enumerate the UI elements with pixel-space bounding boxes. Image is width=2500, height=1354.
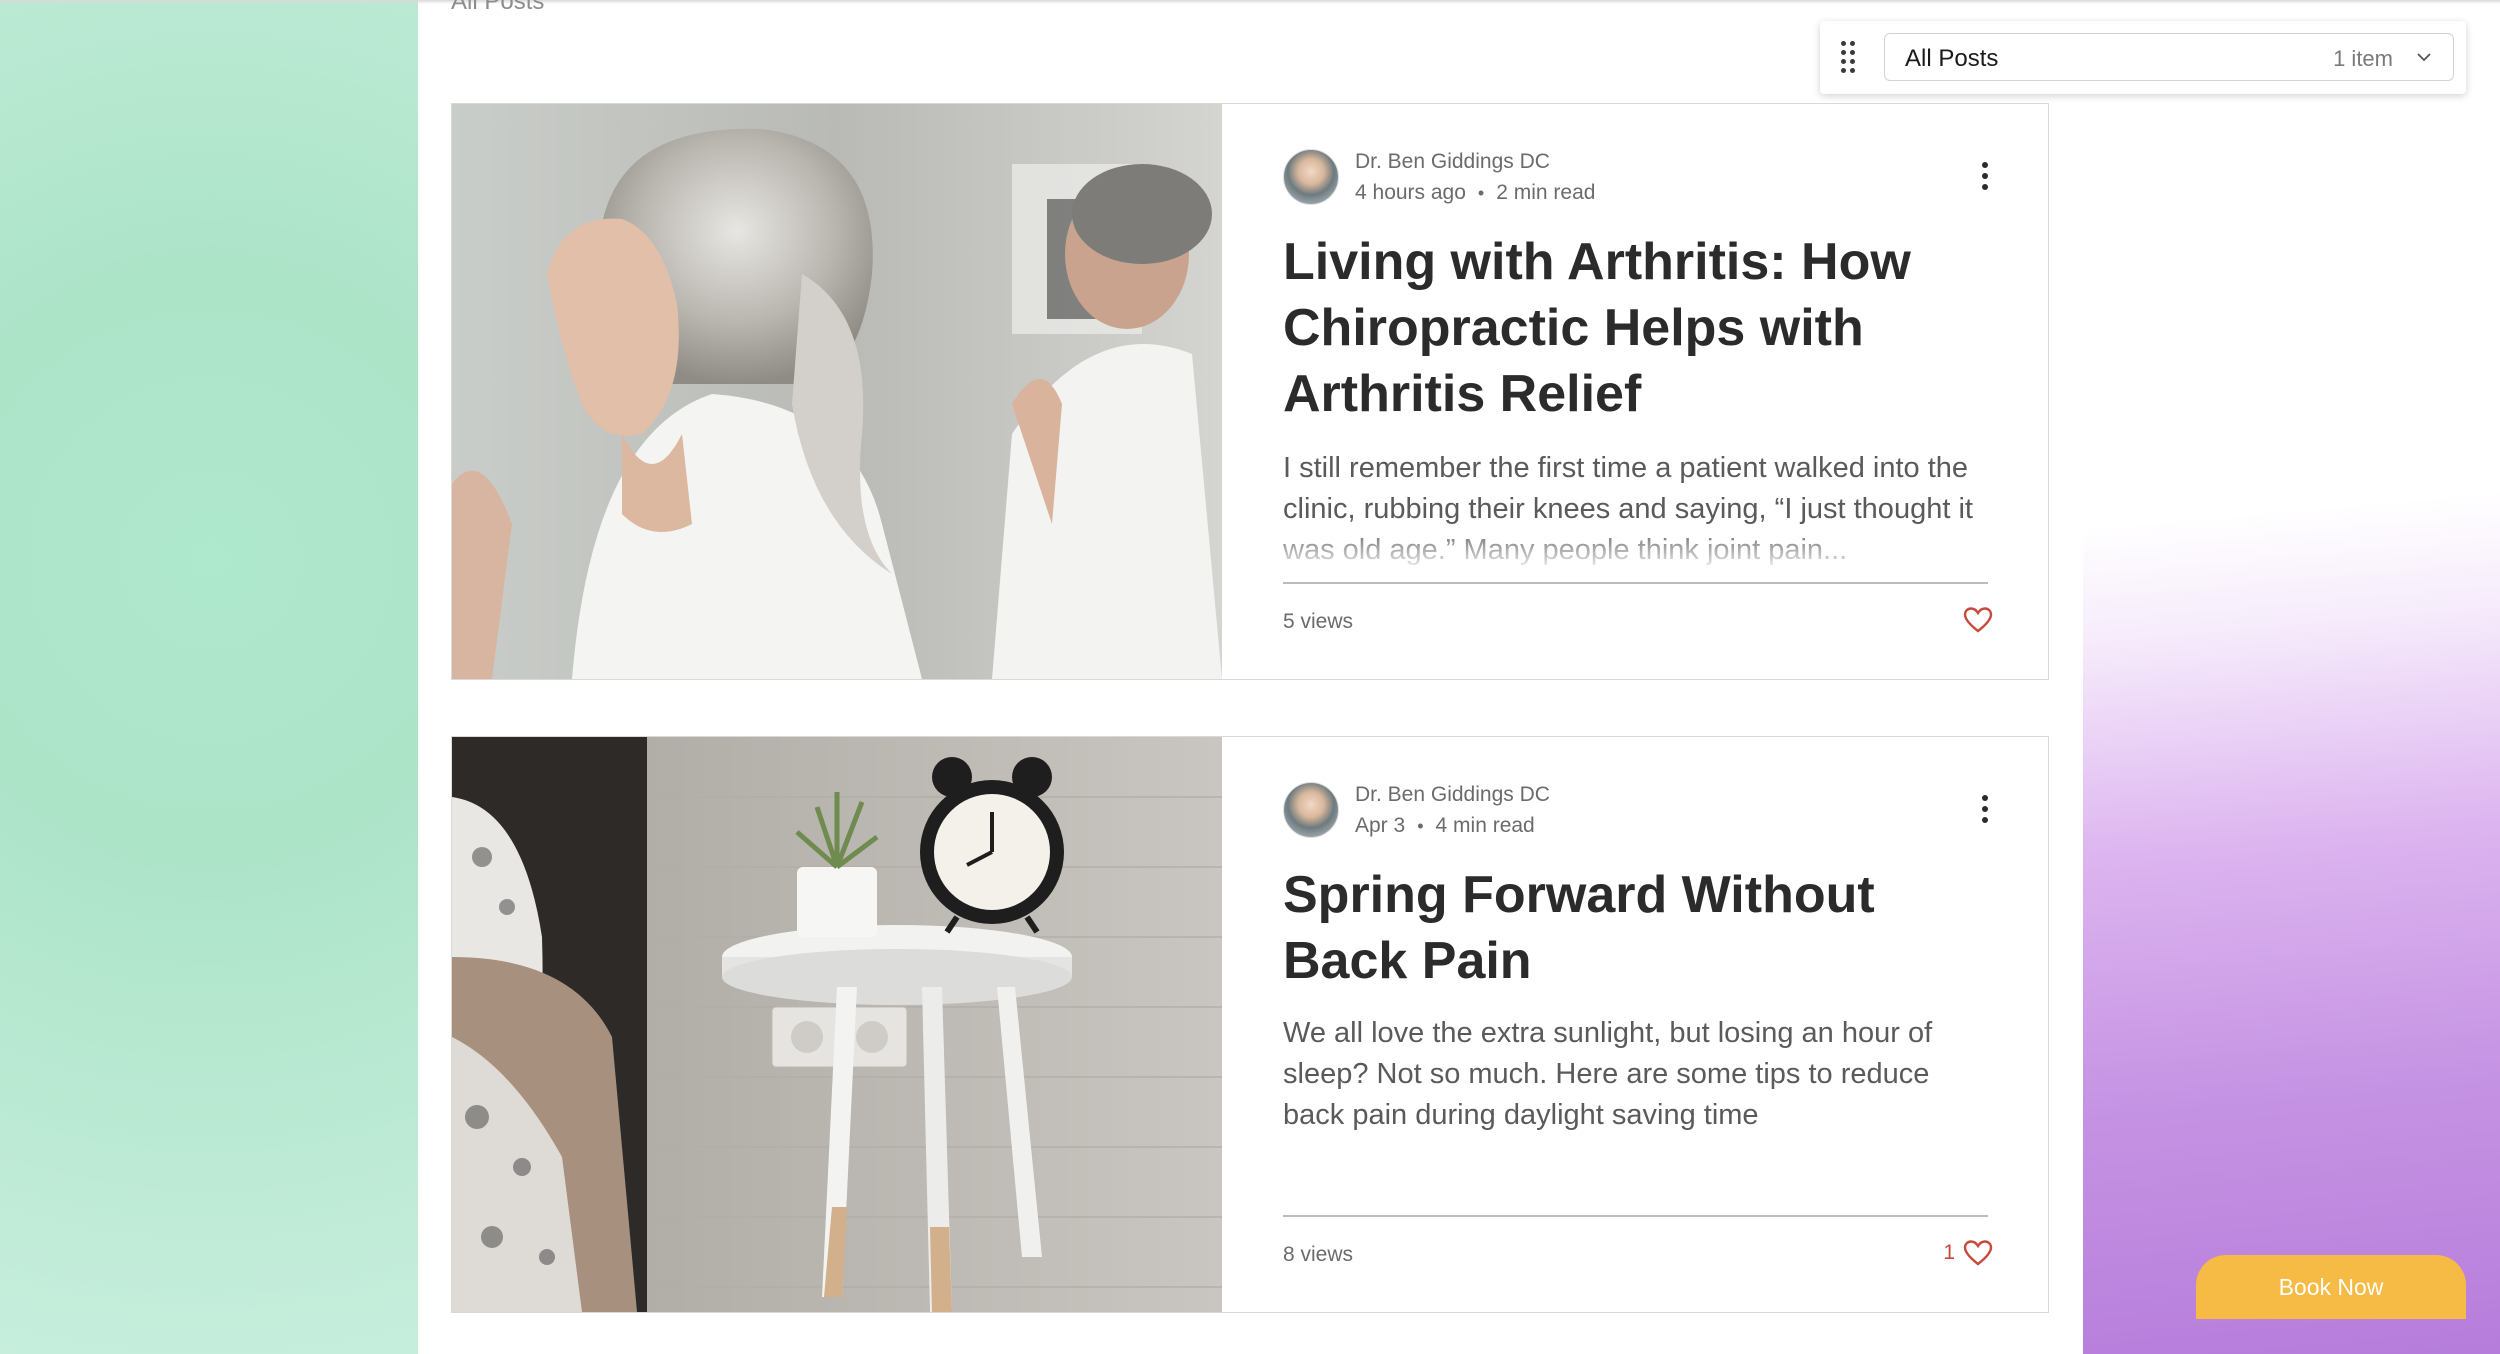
chevron-down-icon bbox=[2417, 53, 2431, 62]
book-now-button[interactable]: Book Now bbox=[2196, 1255, 2466, 1319]
category-filter-widget: All Posts 1 item bbox=[1820, 21, 2466, 94]
meta-separator: • bbox=[1477, 183, 1485, 203]
post-image-alarm-clock-nightstand bbox=[452, 737, 1222, 1312]
category-item-count: 1 item bbox=[2333, 46, 2393, 71]
author-avatar[interactable] bbox=[1283, 782, 1339, 838]
post-title[interactable]: Spring Forward Without Back Pain bbox=[1283, 862, 2003, 994]
heart-icon[interactable] bbox=[1963, 1239, 1993, 1267]
post-cover-image[interactable] bbox=[452, 737, 1222, 1312]
view-count: 5 views bbox=[1283, 610, 1354, 633]
drag-handle-icon[interactable] bbox=[1834, 39, 1862, 75]
post-card[interactable]: Dr. Ben Giddings DC 4 hours ago • 2 min re… bbox=[451, 103, 2049, 680]
read-time: 4 min read bbox=[1435, 814, 1535, 837]
post-date: 4 hours ago bbox=[1355, 181, 1466, 204]
like-control[interactable] bbox=[1955, 606, 1993, 634]
post-date: Apr 3 bbox=[1355, 814, 1406, 837]
more-options-icon[interactable] bbox=[1977, 793, 1993, 825]
author-avatar[interactable] bbox=[1283, 149, 1339, 205]
author-name[interactable]: Dr. Ben Giddings DC bbox=[1355, 150, 1550, 174]
heart-icon[interactable] bbox=[1963, 606, 1993, 634]
category-select-value: All Posts bbox=[1905, 45, 1999, 72]
view-count: 8 views bbox=[1283, 1243, 1354, 1266]
post-excerpt: We all love the extra sunlight, but losi… bbox=[1283, 1017, 1933, 1131]
post-cover-image[interactable] bbox=[452, 104, 1222, 679]
card-divider bbox=[1283, 582, 1988, 584]
post-excerpt: I still remember the first time a patien… bbox=[1283, 452, 1973, 566]
like-count: 1 bbox=[1943, 1241, 1955, 1264]
post-meta: Apr 3 • 4 min read bbox=[1355, 814, 1535, 838]
top-edge-shadow bbox=[0, 0, 2500, 4]
like-control[interactable]: 1 bbox=[1943, 1239, 1993, 1267]
more-options-icon[interactable] bbox=[1977, 160, 1993, 192]
category-label: All Posts bbox=[451, 0, 545, 15]
post-image-older-woman-yoga bbox=[452, 104, 1222, 679]
post-title[interactable]: Living with Arthritis: How Chiropractic … bbox=[1283, 229, 2003, 427]
category-select[interactable]: All Posts 1 item bbox=[1884, 33, 2454, 81]
post-meta: 4 hours ago • 2 min read bbox=[1355, 181, 1595, 205]
read-time: 2 min read bbox=[1496, 181, 1596, 204]
post-card-body: Dr. Ben Giddings DC Apr 3 • 4 min read Spr… bbox=[1283, 737, 1993, 1312]
author-name[interactable]: Dr. Ben Giddings DC bbox=[1355, 783, 1550, 807]
post-card-body: Dr. Ben Giddings DC 4 hours ago • 2 min re… bbox=[1283, 104, 1993, 679]
post-card[interactable]: Dr. Ben Giddings DC Apr 3 • 4 min read Spr… bbox=[451, 736, 2049, 1313]
left-background-panel bbox=[0, 0, 418, 1354]
meta-separator: • bbox=[1417, 816, 1424, 836]
card-divider bbox=[1283, 1215, 1988, 1217]
right-background-panel bbox=[2083, 0, 2500, 1354]
